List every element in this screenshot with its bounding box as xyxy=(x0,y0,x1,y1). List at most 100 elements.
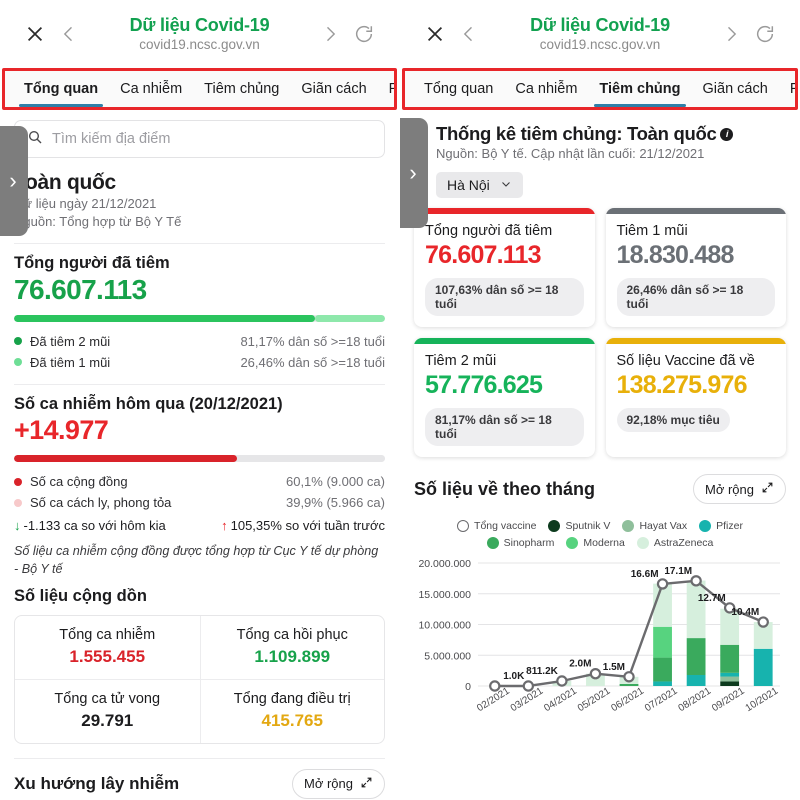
vaccination-title: Thống kê tiêm chủng: Toàn quốc xyxy=(436,123,717,144)
svg-text:16.6M: 16.6M xyxy=(631,569,659,580)
legend-entry-label: Sinopharm xyxy=(503,537,555,550)
vaccinated-progressbar xyxy=(14,314,385,322)
svg-text:05/2021: 05/2021 xyxy=(576,686,613,715)
chevron-right-icon: › xyxy=(409,160,417,185)
sidebar-drawer-handle-right[interactable]: › xyxy=(400,118,428,228)
region-title: Toàn quốc xyxy=(14,171,116,194)
tab-gian-cach[interactable]: Giãn cách xyxy=(290,71,377,107)
legend-dot-icon xyxy=(14,337,22,346)
card-tiem-1-mui: Tiêm 1 mũi 18.830.488 26,46% dân số >= 1… xyxy=(605,208,786,328)
chart-legend: Tổng vaccine Sputnik V Hayat Vax Pfizer … xyxy=(414,520,786,550)
reload-icon[interactable] xyxy=(347,17,381,51)
stat-cell: Tổng ca hồi phục 1.109.899 xyxy=(199,615,385,679)
tabbar-left: Tổng quan Ca nhiễm Tiêm chủng Giãn cách … xyxy=(2,68,397,110)
legend-value: 26,46% dân số >=18 tuổi xyxy=(240,354,385,370)
stat-value: 415.765 xyxy=(261,710,323,730)
svg-text:1.5M: 1.5M xyxy=(603,662,625,673)
right-content: Thống kê tiêm chủng: Toàn quốc i Nguồn: … xyxy=(400,123,800,730)
stat-value: 29.791 xyxy=(81,710,134,730)
forward-icon[interactable] xyxy=(714,17,748,51)
page-title: Dữ liệu Covid-19 xyxy=(530,15,670,36)
svg-text:2.0M: 2.0M xyxy=(569,659,591,670)
close-icon[interactable] xyxy=(418,17,452,51)
card-label: Số liệu Vaccine đã về xyxy=(616,353,755,370)
svg-text:1.0K: 1.0K xyxy=(503,671,525,682)
svg-text:10/2021: 10/2021 xyxy=(744,686,781,715)
province-select-value: Hà Nội xyxy=(447,177,490,194)
tab-tong-quan[interactable]: Tổng quan xyxy=(13,71,109,107)
tab-tiem-chung[interactable]: Tiêm chủng xyxy=(193,71,290,107)
card-value: 57.776.625 xyxy=(425,371,543,400)
legend-label: Đã tiêm 1 mũi xyxy=(30,354,111,370)
back-icon[interactable] xyxy=(52,17,86,51)
page-title-block: Dữ liệu Covid-19 covid19.ncsc.gov.vn xyxy=(86,15,313,52)
chart-expand-button[interactable]: Mở rộng xyxy=(693,474,786,505)
stat-label: Tổng ca hồi phục xyxy=(236,626,348,643)
expand-label: Mở rộng xyxy=(705,481,754,497)
legend-dot-icon xyxy=(14,477,22,486)
legend-entry-sputnik-v[interactable]: Sputnik V xyxy=(548,520,610,533)
legend-entry-tong-vaccine[interactable]: Tổng vaccine xyxy=(457,520,537,533)
arrow-down-icon: ↓ xyxy=(14,518,21,534)
card-value: 18.830.488 xyxy=(616,241,735,270)
province-select[interactable]: Hà Nội xyxy=(436,172,523,199)
legend-entry-hayat-vax[interactable]: Hayat Vax xyxy=(622,520,687,533)
delta-row: ↓ -1.133 ca so với hôm kia ↑ 105,35% so … xyxy=(14,518,385,533)
stat-label: Tổng ca nhiễm xyxy=(59,626,156,643)
svg-text:09/2021: 09/2021 xyxy=(710,686,747,715)
page-title-block: Dữ liệu Covid-19 covid19.ncsc.gov.vn xyxy=(486,15,714,52)
legend-dot-icon xyxy=(14,498,22,507)
card-tong-nguoi-da-tiem: Tổng người đã tiêm 76.607.113 107,63% dâ… xyxy=(414,208,595,328)
legend-item: Đã tiêm 2 mũi 81,17% dân số >=18 tuổi xyxy=(14,331,385,352)
svg-text:04/2021: 04/2021 xyxy=(542,686,579,715)
expand-button[interactable]: Mở rộng xyxy=(292,768,385,799)
card-tiem-2-mui: Tiêm 2 mũi 57.776.625 81,17% dân số >= 1… xyxy=(414,338,595,458)
svg-text:06/2021: 06/2021 xyxy=(609,686,646,715)
tab-gian-cach[interactable]: Giãn cách xyxy=(692,71,779,107)
legend-swatch-icon xyxy=(699,520,712,533)
tab-pc-covid[interactable]: PC-C xyxy=(378,71,394,107)
stat-cell: Tổng ca tử vong 29.791 xyxy=(15,678,200,743)
sidebar-drawer-handle-left[interactable]: › xyxy=(0,126,28,236)
cases-bar-primary xyxy=(14,455,237,462)
vaccinated-bar-primary xyxy=(14,314,316,322)
legend-swatch-icon xyxy=(566,537,579,550)
search-icon xyxy=(27,129,43,150)
data-source: Nguồn: Tổng hợp từ Bộ Y Tế xyxy=(14,214,182,230)
tabbar-wrap-left: Tổng quan Ca nhiễm Tiêm chủng Giãn cách … xyxy=(0,68,399,110)
reload-icon[interactable] xyxy=(748,17,782,51)
legend-swatch-icon xyxy=(636,537,649,550)
stat-cell: Tổng đang điều trị 415.765 xyxy=(199,678,384,743)
legend-entry-sinopharm[interactable]: Sinopharm xyxy=(486,537,555,550)
legend-entry-label: Pfizer xyxy=(716,520,743,533)
vaccinated-title: Tổng người đã tiêm xyxy=(14,253,170,272)
tab-tong-quan[interactable]: Tổng quan xyxy=(413,71,504,107)
forward-icon[interactable] xyxy=(313,17,347,51)
close-icon[interactable] xyxy=(18,17,52,51)
delta-up-text: 105,35% so với tuần trước xyxy=(230,518,385,534)
back-icon[interactable] xyxy=(452,17,486,51)
legend-entry-astrazeneca[interactable]: AstraZeneca xyxy=(636,537,714,550)
tabbar-right: Tổng quan Ca nhiễm Tiêm chủng Giãn cách … xyxy=(402,68,798,110)
cumulative-title: Số liệu cộng dồn xyxy=(14,586,147,605)
svg-text:10.4M: 10.4M xyxy=(731,607,759,618)
info-icon[interactable]: i xyxy=(720,127,734,141)
tab-pc-covid[interactable]: PC-D xyxy=(779,71,795,107)
legend-entry-pfizer[interactable]: Pfizer xyxy=(699,520,743,533)
chart-canvas: 0 5.000.000 10.000.000 15.000.000 20.000.000… xyxy=(418,558,781,715)
stat-value: 1.555.455 xyxy=(69,646,146,666)
divider xyxy=(14,384,385,385)
expand-arrows-icon xyxy=(761,481,774,497)
tab-ca-nhiem[interactable]: Ca nhiễm xyxy=(504,71,588,107)
browser-chrome-right: Dữ liệu Covid-19 covid19.ncsc.gov.vn xyxy=(400,0,800,68)
vaccinated-value: 76.607.113 xyxy=(14,273,147,305)
legend-entry-moderna[interactable]: Moderna xyxy=(566,537,625,550)
svg-text:12.7M: 12.7M xyxy=(698,593,726,604)
tab-tiem-chung[interactable]: Tiêm chủng xyxy=(588,71,691,107)
tab-ca-nhiem[interactable]: Ca nhiễm xyxy=(109,71,193,107)
legend-entry-label: Moderna xyxy=(583,537,625,550)
card-pill: 26,46% dân số >= 18 tuổi xyxy=(616,278,775,317)
search-input[interactable]: Tìm kiếm địa điểm xyxy=(14,120,385,158)
legend-entry-label: AstraZeneca xyxy=(653,537,714,550)
legend-entry-label: Tổng vaccine xyxy=(474,520,537,533)
